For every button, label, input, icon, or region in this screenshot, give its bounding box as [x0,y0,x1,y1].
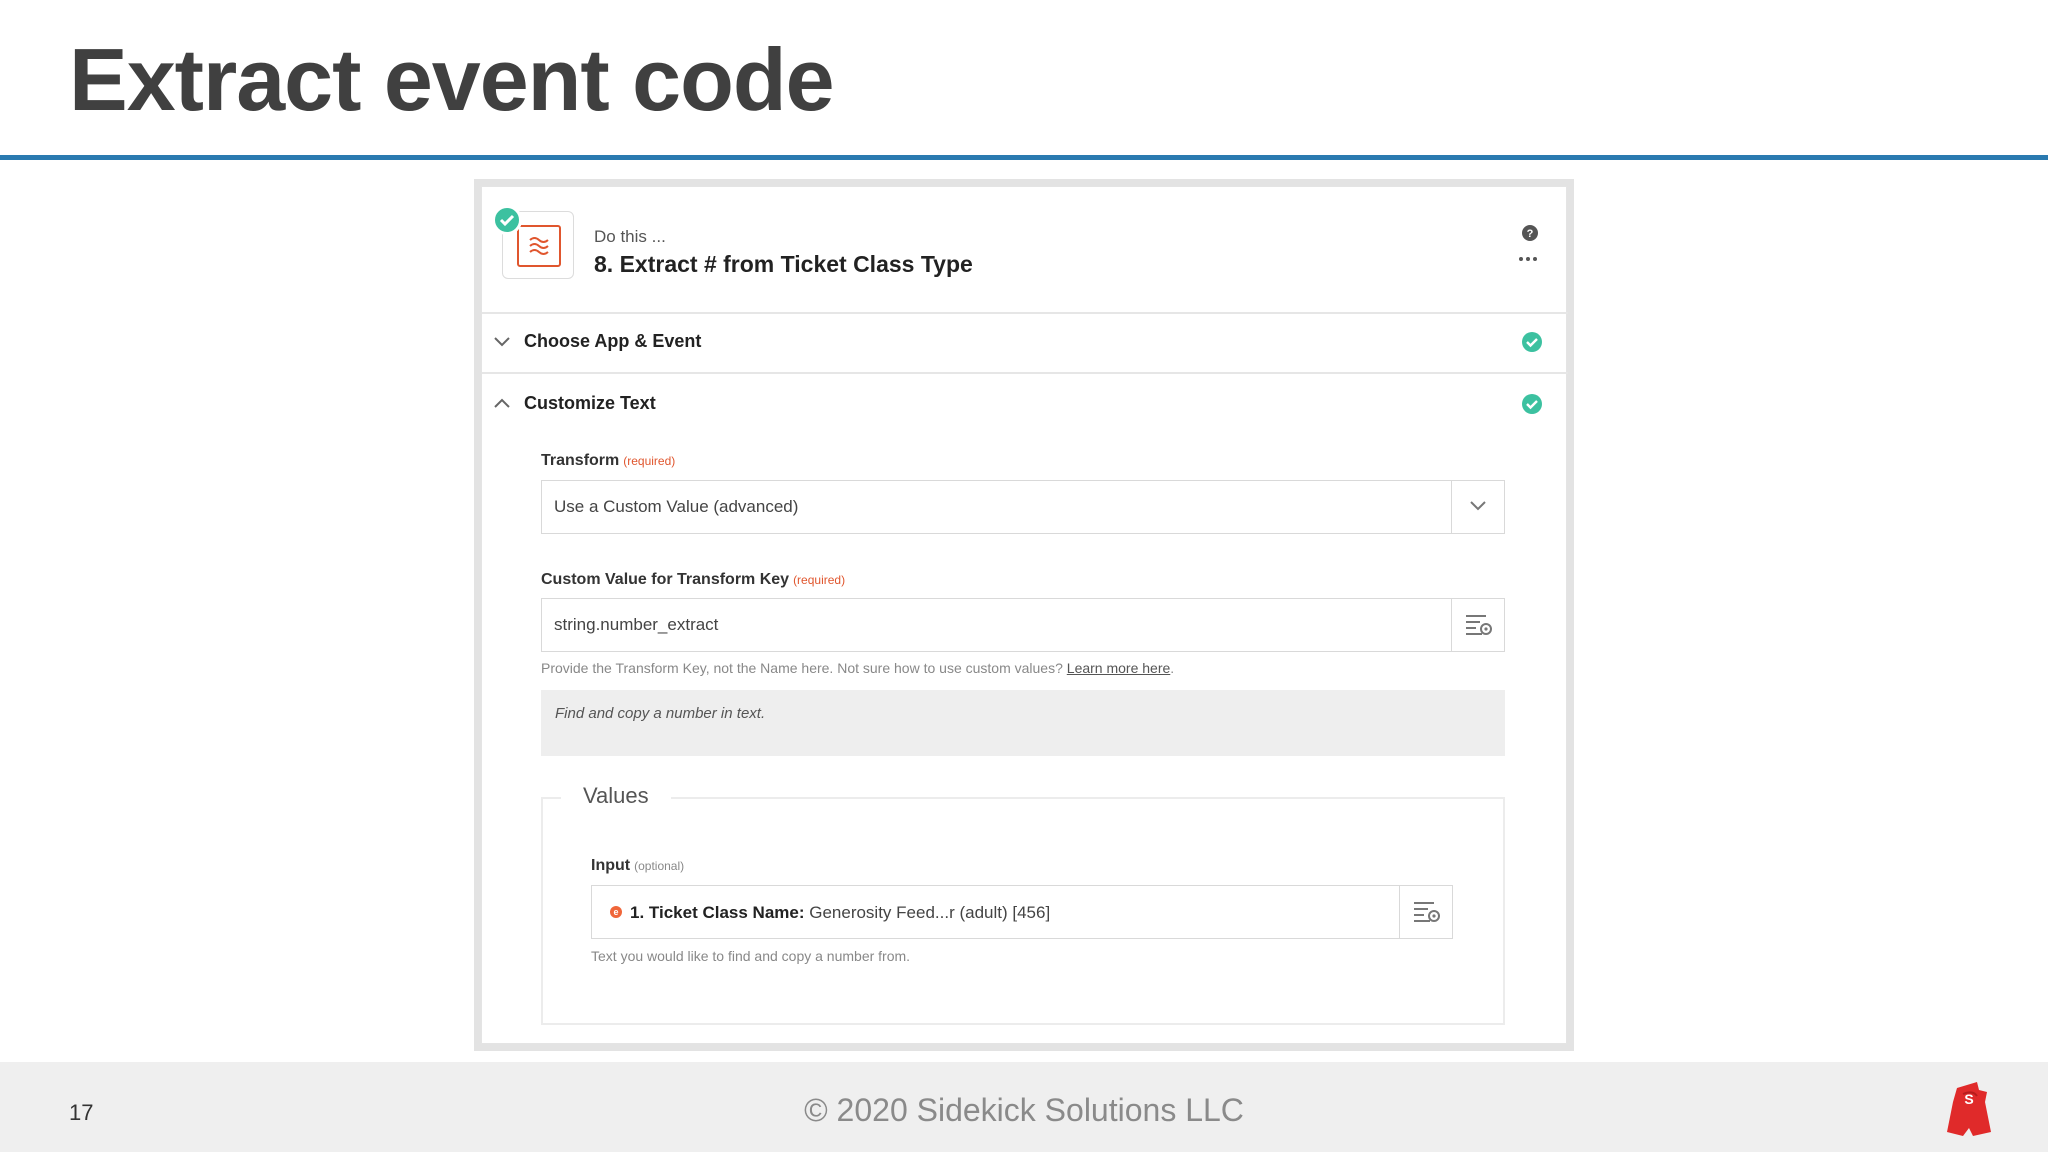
values-input[interactable]: e 1. Ticket Class Name: Generosity Feed.… [591,885,1453,939]
transform-dropdown-toggle[interactable] [1451,481,1504,533]
values-legend: Values [561,783,671,809]
title-divider [0,155,2048,160]
transform-label: Transform (required) [541,452,675,470]
step-header[interactable]: Do this ... 8. Extract # from Ticket Cla… [482,187,1568,314]
field-options-button[interactable] [1399,886,1452,938]
token-value: Generosity Feed...r (adult) [456] [809,903,1051,922]
values-fieldset: Values Input (optional) e 1. Ticket Class… [541,783,1505,1025]
screenshot-panel: Do this ... 8. Extract # from Ticket Cla… [474,179,1574,1051]
input-hint: Text you would like to find and copy a n… [591,948,911,964]
section-customize-text[interactable]: Customize Text [482,374,1568,434]
custom-value-hint: Provide the Transform Key, not the Name … [541,660,1175,676]
svg-text:S: S [1964,1091,1973,1107]
check-circle-icon [1522,394,1542,414]
field-options-icon [1466,615,1492,635]
transform-value: Use a Custom Value (advanced) [554,497,799,516]
chevron-down-icon [494,337,510,347]
required-tag: (required) [793,573,846,587]
more-icon[interactable] [1516,255,1540,263]
step-complete-check-icon [492,205,522,235]
field-options-icon [1414,902,1440,922]
learn-more-link[interactable]: Learn more here [1067,660,1171,676]
copyright: © 2020 Sidekick Solutions LLC [804,1092,1244,1128]
input-label: Input (optional) [591,857,684,875]
step-prefix: Do this ... [594,227,666,246]
chevron-up-icon [494,398,510,408]
required-tag: (required) [623,454,676,468]
zap-step-card: Do this ... 8. Extract # from Ticket Cla… [481,186,1568,1044]
svg-text:e: e [613,907,618,917]
formatter-icon [517,225,561,267]
custom-value-text: string.number_extract [554,615,719,634]
section-choose-app-event[interactable]: Choose App & Event [482,312,1568,374]
step-title[interactable]: 8. Extract # from Ticket Class Type [594,251,973,278]
section-label: Choose App & Event [524,331,702,351]
custom-value-label-text: Custom Value for Transform Key [541,571,790,588]
custom-value-input[interactable]: string.number_extract [541,598,1505,652]
help-icon[interactable]: ? [1522,225,1538,241]
sidekick-logo: S [1947,1082,1991,1136]
transform-label-text: Transform [541,452,620,469]
chevron-down-icon [1470,501,1486,511]
transform-description: Find and copy a number in text. [541,690,1505,756]
description-text: Find and copy a number in text. [555,705,766,722]
eventbrite-icon: e [610,906,622,918]
ticket-class-token[interactable]: 1. Ticket Class Name: Generosity Feed...… [630,903,1050,923]
optional-tag: (optional) [634,859,685,873]
field-options-button[interactable] [1451,599,1504,651]
section-label: Customize Text [524,393,656,413]
input-label-text: Input [591,857,631,874]
hint-text: Provide the Transform Key, not the Name … [541,660,1063,676]
slide-title: Extract event code [69,30,835,129]
token-label: 1. Ticket Class Name: [630,903,805,922]
transform-select[interactable]: Use a Custom Value (advanced) [541,480,1505,534]
svg-text:?: ? [1527,228,1534,240]
check-circle-icon [1522,332,1542,352]
custom-value-label: Custom Value for Transform Key (required) [541,571,845,589]
